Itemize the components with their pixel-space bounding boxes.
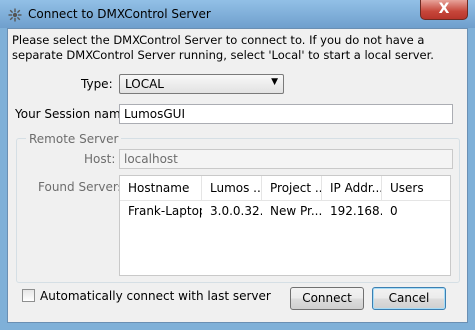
connect-dialog-window: Connect to DMXControl Server X Please se… xyxy=(0,0,475,330)
auto-connect-checkbox[interactable] xyxy=(22,289,35,302)
cell-hostname: Frank-Laptop xyxy=(128,204,202,218)
found-servers-label: Found Servers: xyxy=(38,180,129,194)
column-project[interactable]: Project ... xyxy=(262,176,322,200)
dmxcontrol-app-icon xyxy=(8,8,22,22)
instructions-text: Please select the DMXControl Server to c… xyxy=(12,33,434,62)
session-name-label: Your Session name: xyxy=(15,107,133,121)
cancel-button[interactable]: Cancel xyxy=(372,287,446,310)
found-servers-list[interactable]: Hostname Lumos ... Project ... IP Addr..… xyxy=(119,175,451,276)
connect-button[interactable]: Connect xyxy=(290,287,364,310)
type-label: Type: xyxy=(81,77,113,91)
remote-server-group-title: Remote Server xyxy=(26,132,122,146)
cell-lumos-version: 3.0.0.32... xyxy=(210,204,262,218)
session-name-input[interactable] xyxy=(119,104,453,124)
close-button[interactable]: X xyxy=(420,0,468,20)
dropdown-arrow-icon: ▼ xyxy=(271,77,278,87)
host-label: Host: xyxy=(84,152,116,166)
type-select-value: LOCAL xyxy=(125,77,164,91)
list-header: Hostname Lumos ... Project ... IP Addr..… xyxy=(120,176,450,201)
type-select[interactable]: LOCAL ▼ xyxy=(119,74,284,94)
title-bar[interactable]: Connect to DMXControl Server X xyxy=(0,0,475,28)
cell-users: 0 xyxy=(390,204,398,218)
window-title: Connect to DMXControl Server xyxy=(28,7,211,21)
dialog-body: Please select the DMXControl Server to c… xyxy=(7,28,468,323)
column-hostname[interactable]: Hostname xyxy=(120,176,202,200)
column-users[interactable]: Users xyxy=(382,176,450,200)
close-icon: X xyxy=(438,1,450,17)
column-lumos-version[interactable]: Lumos ... xyxy=(202,176,262,200)
host-input[interactable] xyxy=(119,149,453,169)
cell-ip-address: 192.168.... xyxy=(330,204,382,218)
cell-project: New Pr... xyxy=(270,204,322,218)
column-ip-address[interactable]: IP Addr... xyxy=(322,176,382,200)
auto-connect-label[interactable]: Automatically connect with last server xyxy=(40,289,271,303)
